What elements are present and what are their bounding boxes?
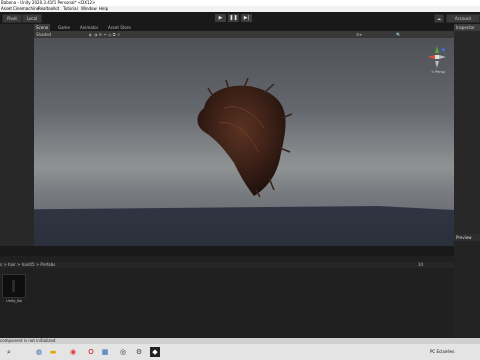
account-label: Account	[454, 16, 472, 21]
cloud-icon: ☁	[437, 16, 441, 21]
play-icon: ▶	[218, 15, 223, 21]
project-panel: s > hair > hair05 > Prefabs 14 Unity_Ba	[0, 246, 454, 338]
tab-inspector[interactable]: Inspector	[454, 24, 480, 31]
tab-animator[interactable]: Animator	[78, 24, 100, 31]
pivot-button[interactable]: Pivot	[2, 14, 22, 23]
perspective-label[interactable]: < Persp	[426, 70, 450, 74]
tab-scene[interactable]: Scene	[34, 24, 51, 31]
store-icon[interactable]: ▦	[100, 347, 110, 357]
local-button[interactable]: Local	[22, 14, 42, 23]
pivot-label: Pivot	[7, 16, 17, 21]
breadcrumb-item[interactable]: hair	[8, 262, 16, 267]
scene-tools-icons[interactable]: ◐ ◑ ⚙ ✦ ◎ ⧉ ☼	[89, 31, 120, 38]
status-message: component is not initialized	[0, 338, 56, 343]
explorer-icon[interactable]: ▬	[48, 347, 58, 357]
opera-icon[interactable]: O	[86, 347, 96, 357]
breadcrumb-item[interactable]: hair05	[22, 262, 35, 267]
orientation-gizmo[interactable]	[426, 44, 448, 70]
scene-viewport[interactable]: < Persp	[34, 38, 454, 246]
asset-thumbnail[interactable]	[2, 274, 26, 298]
search-icon[interactable]: ⌕	[4, 347, 14, 357]
breadcrumb-item[interactable]: s	[0, 262, 2, 267]
scene-tab-bar: Scene Game Animator Asset Store	[34, 24, 454, 31]
ground-plane	[34, 206, 454, 246]
tab-preview[interactable]: Preview	[454, 234, 480, 241]
collab-button[interactable]: ☁	[434, 14, 444, 23]
unity-icon[interactable]: ◆	[150, 347, 160, 357]
steam-icon[interactable]: ◎	[118, 347, 128, 357]
asset-count: 14	[418, 262, 424, 267]
search-icon[interactable]: 🔍	[396, 31, 401, 38]
taskbar: ⌕ ◍ ▬ ◉ O ▦ ◎ ⚙ ◆ PC Eclairées	[0, 344, 480, 360]
local-label: Local	[26, 16, 38, 21]
asset-preview-shape	[12, 280, 15, 292]
preview-panel	[454, 241, 480, 338]
edge-icon[interactable]: ◍	[34, 347, 44, 357]
project-tab-bar	[0, 246, 454, 256]
shaded-dropdown[interactable]: Shaded	[36, 31, 51, 38]
hair-model	[197, 78, 293, 198]
pause-icon: ❚❚	[229, 15, 238, 21]
main-toolbar: Pivot Local ▶ ❚❚ ▶| ☁ Account	[0, 12, 480, 24]
gizmos-icon[interactable]: ⚙▾	[356, 31, 362, 38]
chrome-icon[interactable]: ◉	[68, 347, 78, 357]
asset-label: Unity_Ba	[6, 299, 22, 303]
tab-game[interactable]: Game	[56, 24, 72, 31]
inspector-panel[interactable]: Inspector	[454, 24, 480, 246]
play-button[interactable]: ▶	[215, 14, 226, 22]
tab-asset-store[interactable]: Asset Store	[106, 24, 133, 31]
breadcrumb: s > hair > hair05 > Prefabs 14	[0, 262, 454, 268]
breadcrumb-item[interactable]: Prefabs	[40, 262, 55, 267]
step-button[interactable]: ▶|	[241, 14, 252, 22]
system-tray[interactable]: PC Eclairées	[430, 347, 454, 357]
scene-toolbar: Shaded ◐ ◑ ⚙ ✦ ◎ ⧉ ☼ ⚙▾ 🔍	[34, 31, 454, 38]
pause-button[interactable]: ❚❚	[228, 14, 239, 22]
hierarchy-panel[interactable]	[0, 24, 34, 246]
step-icon: ▶|	[243, 15, 250, 21]
settings-icon[interactable]: ⚙	[134, 347, 144, 357]
account-button[interactable]: Account	[446, 14, 480, 23]
